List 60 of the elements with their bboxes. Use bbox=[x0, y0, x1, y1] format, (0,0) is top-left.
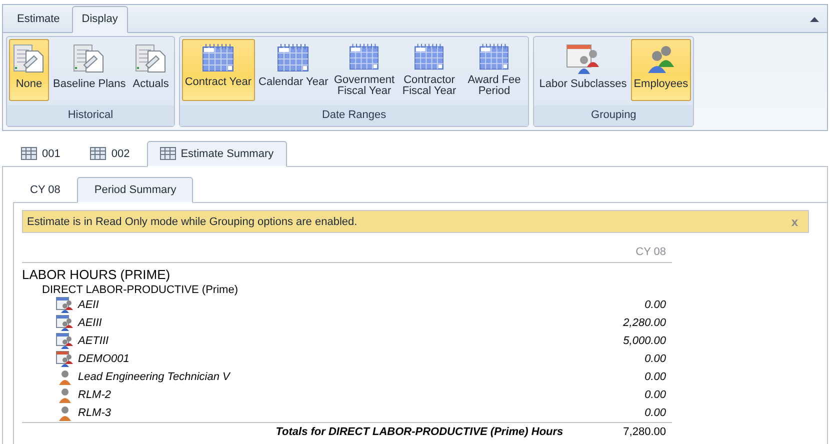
ribbon-tab[interactable]: Estimate bbox=[7, 6, 70, 33]
row-value: 0.00 bbox=[644, 299, 667, 311]
total-value: 7,280.00 bbox=[623, 426, 667, 438]
calendar-icon bbox=[413, 43, 446, 71]
ribbon-button[interactable]: Calendar Year bbox=[256, 39, 332, 101]
row-label: Lead Engineering Technician V bbox=[78, 371, 232, 383]
row-value: 5,000.00 bbox=[623, 335, 667, 347]
calendar-icon bbox=[202, 43, 234, 73]
spreadsheet-icon bbox=[90, 147, 106, 161]
document-tab[interactable]: 001 bbox=[8, 141, 74, 167]
ribbon-button[interactable]: Government Fiscal Year bbox=[332, 39, 396, 101]
row-value: 0.00 bbox=[644, 353, 667, 365]
ribbon-button[interactable]: Contractor Fiscal Year bbox=[397, 39, 462, 101]
people-grid-icon bbox=[56, 333, 74, 349]
group-heading: DIRECT LABOR-PRODUCTIVE (Prime) bbox=[41, 284, 239, 296]
row-value: 0.00 bbox=[644, 407, 667, 419]
column-header: CY 08 bbox=[636, 246, 666, 258]
row-label: RLM-3 bbox=[78, 407, 112, 419]
row-label: DEMO001 bbox=[78, 353, 130, 365]
person-icon bbox=[56, 405, 74, 421]
view-tab[interactable]: Period Summary bbox=[77, 177, 194, 203]
section-heading: LABOR HOURS (PRIME) bbox=[22, 267, 172, 282]
people-calendar-icon bbox=[566, 43, 600, 75]
group-title: Grouping bbox=[534, 105, 694, 126]
spreadsheet-icon bbox=[21, 147, 37, 161]
row-label: AEIII bbox=[78, 317, 103, 329]
calendar-icon bbox=[277, 43, 310, 73]
calendar-icon bbox=[348, 43, 380, 71]
document-tab[interactable]: Estimate Summary bbox=[146, 141, 287, 167]
people-grid-icon bbox=[56, 351, 74, 367]
ribbon-button[interactable]: Employees bbox=[630, 39, 692, 101]
document-icon bbox=[72, 43, 106, 75]
people-grid-icon bbox=[56, 297, 74, 313]
notice-text: Estimate is in Read Only mode while Grouping options are enabled. bbox=[27, 216, 358, 228]
row-value: 2,280.00 bbox=[623, 317, 667, 329]
document-icon bbox=[12, 43, 46, 75]
ribbon-button[interactable]: Actuals bbox=[130, 39, 172, 101]
ribbon-button[interactable]: Award Fee Period bbox=[462, 39, 526, 101]
document-tab[interactable]: 002 bbox=[77, 141, 143, 167]
ribbon-button[interactable]: Labor Subclasses bbox=[536, 39, 630, 101]
row-label: RLM-2 bbox=[78, 389, 112, 401]
person-icon bbox=[56, 369, 74, 385]
view-tab[interactable]: CY 08 bbox=[13, 177, 78, 203]
calendar-icon bbox=[478, 43, 510, 71]
row-value: 0.00 bbox=[644, 371, 667, 383]
group-title: Date Ranges bbox=[180, 105, 528, 126]
row-label: AETIII bbox=[78, 335, 110, 347]
ribbon-button[interactable]: Baseline Plans bbox=[50, 39, 129, 101]
document-icon bbox=[134, 43, 168, 75]
people-grid-icon bbox=[56, 315, 74, 331]
person-icon bbox=[56, 387, 74, 403]
group-title: Historical bbox=[7, 105, 174, 126]
row-label: AEII bbox=[78, 299, 100, 311]
collapse-icon[interactable] bbox=[810, 17, 819, 22]
ribbon-button[interactable]: Contract Year bbox=[182, 39, 255, 101]
spreadsheet-icon bbox=[160, 147, 176, 161]
ribbon-tab[interactable]: Display bbox=[72, 6, 128, 33]
total-label: Totals for DIRECT LABOR-PRODUCTIVE (Prime) Hours bbox=[274, 426, 564, 438]
ribbon-button[interactable]: None bbox=[9, 39, 49, 101]
row-value: 0.00 bbox=[644, 389, 667, 401]
